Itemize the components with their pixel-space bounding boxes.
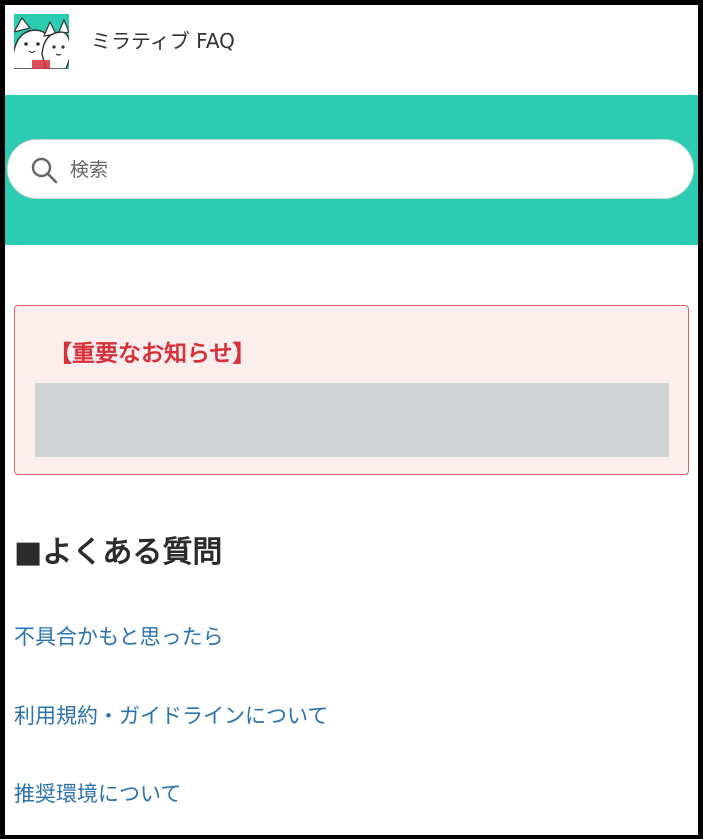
notice-content-placeholder (35, 383, 669, 457)
site-title[interactable]: ミラティブ FAQ (91, 25, 235, 54)
site-logo[interactable] (14, 14, 69, 69)
search-bar[interactable] (7, 139, 694, 199)
faq-link-recommended-environment[interactable]: 推奨環境について (14, 778, 181, 808)
page: ミラティブ FAQ 【重要なお知らせ】 ■よくある質問 不具合かもと思ったら 利… (5, 5, 698, 835)
search-banner (5, 95, 698, 245)
important-notice-box: 【重要なお知らせ】 (14, 305, 689, 475)
notice-title: 【重要なお知らせ】 (49, 341, 256, 367)
faq-link-troubleshooting[interactable]: 不具合かもと思ったら (14, 621, 224, 651)
faq-heading: ■よくある質問 (14, 535, 223, 570)
site-header: ミラティブ FAQ (5, 5, 698, 95)
search-icon (31, 157, 58, 184)
search-input[interactable] (68, 148, 672, 192)
faq-link-terms-guidelines[interactable]: 利用規約・ガイドラインについて (14, 700, 328, 730)
mascot-logo-icon (14, 14, 69, 69)
